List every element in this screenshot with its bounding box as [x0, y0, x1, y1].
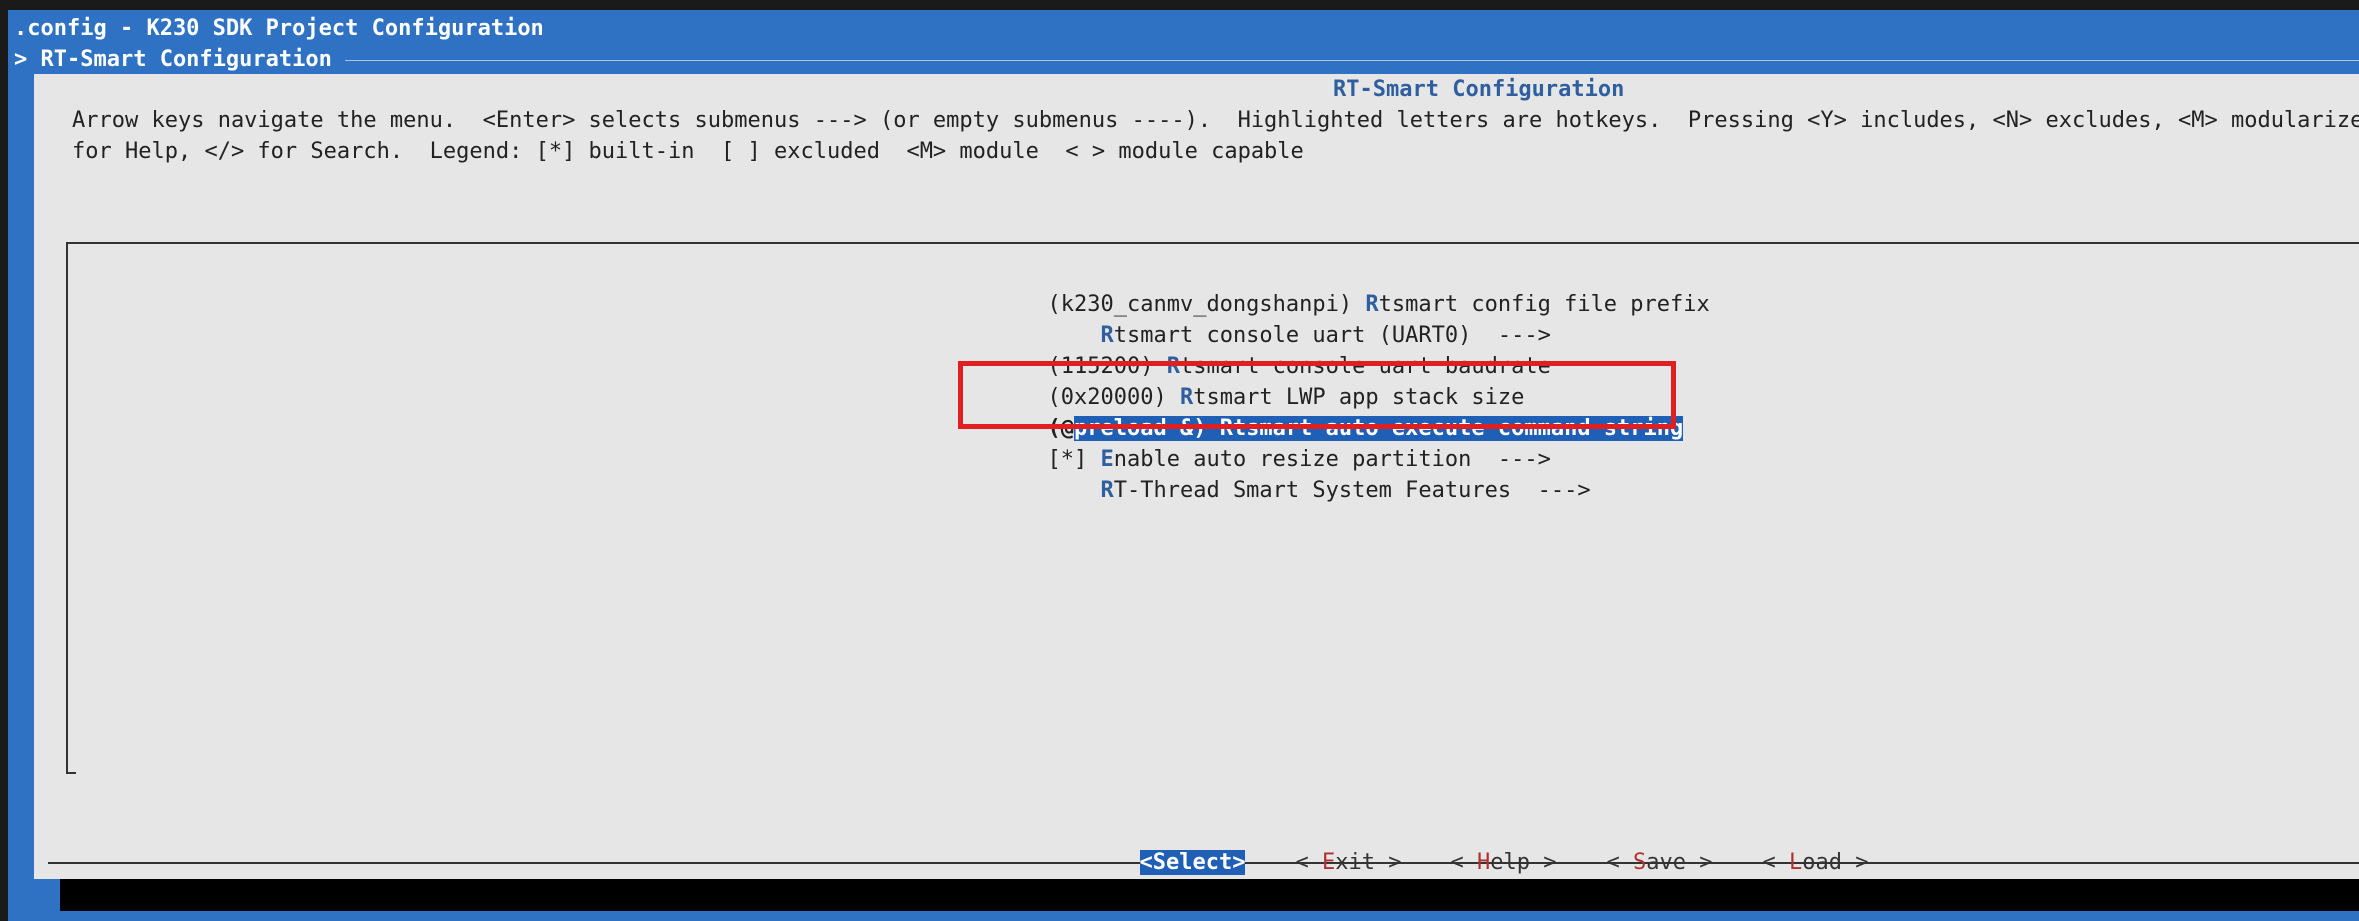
button-bracket: < [1295, 850, 1322, 875]
menu-item-indent [1048, 478, 1101, 503]
select-button[interactable]: <Select> [1113, 816, 1246, 878]
button-hotkey: S [1633, 850, 1647, 875]
button-label: xit > [1335, 850, 1402, 875]
button-label: ave > [1646, 850, 1713, 875]
button-bracket: < [1762, 850, 1789, 875]
menu-item-label: T-Thread Smart System Features ---> [1113, 478, 1591, 503]
button-hotkey: H [1477, 850, 1491, 875]
annotation-highlight-box [958, 361, 1676, 429]
button-hotkey: L [1789, 850, 1803, 875]
window-title: .config - K230 SDK Project Configuration [14, 16, 544, 41]
help-text-line-1: Arrow keys navigate the menu. <Enter> se… [72, 108, 2359, 133]
button-label: oad > [1802, 850, 1869, 875]
button-bracket: < [1450, 850, 1477, 875]
breadcrumb: > RT-Smart Configuration [14, 47, 332, 72]
menu-box-corner [66, 762, 76, 774]
load-button[interactable]: < Load > [1736, 816, 1869, 878]
exit-button[interactable]: < Exit > [1269, 816, 1402, 878]
help-button[interactable]: < Help > [1424, 816, 1557, 878]
menu-item-system-features[interactable]: RT-Thread Smart System Features ---> [1021, 444, 1591, 506]
dialog-title: RT-Smart Configuration [1333, 77, 1625, 102]
help-text-line-2: for Help, </> for Search. Legend: [*] bu… [72, 139, 1304, 164]
save-button[interactable]: < Save > [1580, 816, 1713, 878]
menu-item-hotkey: R [1100, 478, 1114, 503]
select-button-label: <Select> [1139, 850, 1246, 875]
dialog-shadow [60, 879, 2359, 911]
button-bracket: < [1606, 850, 1633, 875]
button-label: elp > [1490, 850, 1557, 875]
breadcrumb-rule [345, 60, 2359, 61]
button-hotkey: E [1322, 850, 1336, 875]
